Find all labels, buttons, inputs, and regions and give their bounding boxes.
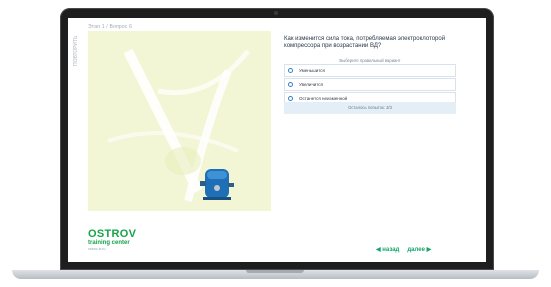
logo: OSTROV training center ostrov-tc.ru bbox=[88, 229, 136, 252]
hint-text: Выберите правильный вариант bbox=[339, 58, 401, 63]
option-decrease[interactable]: Уменьшится bbox=[284, 64, 456, 77]
compressor-illustration bbox=[107, 48, 250, 202]
radio-icon[interactable] bbox=[288, 68, 293, 73]
navigation: ◀ назад далее ▶ bbox=[376, 246, 431, 253]
attempts-counter: Осталось попыток: 3/3 bbox=[284, 102, 456, 114]
options-list: Уменьшится Увеличится Останется неизменн… bbox=[284, 64, 456, 106]
laptop-base bbox=[12, 270, 539, 279]
option-label: Уменьшится bbox=[299, 68, 325, 73]
option-increase[interactable]: Увеличится bbox=[284, 78, 456, 91]
back-button[interactable]: ◀ назад bbox=[376, 246, 399, 253]
option-label: Останется неизменной bbox=[299, 96, 348, 101]
radio-icon[interactable] bbox=[288, 96, 293, 101]
radio-icon[interactable] bbox=[288, 82, 293, 87]
side-label: ПОВТОРИТЬ bbox=[73, 35, 79, 66]
camera-icon bbox=[274, 11, 278, 15]
question-text: Как изменится сила тока, потребляемая эл… bbox=[284, 36, 446, 49]
illustration-panel bbox=[88, 31, 271, 211]
screen: Этап 1 / Вопрос 6 ПОВТОРИТЬ Как изменитс… bbox=[68, 18, 486, 262]
option-label: Увеличится bbox=[299, 82, 323, 87]
breadcrumb: Этап 1 / Вопрос 6 bbox=[88, 24, 133, 30]
next-button[interactable]: далее ▶ bbox=[407, 246, 431, 253]
laptop-notch bbox=[246, 270, 304, 273]
laptop-lid: Этап 1 / Вопрос 6 ПОВТОРИТЬ Как изменитс… bbox=[60, 8, 494, 270]
logo-subtitle: training center bbox=[88, 240, 130, 246]
logo-url: ostrov-tc.ru bbox=[88, 247, 106, 251]
logo-title: OSTROV bbox=[88, 228, 137, 240]
